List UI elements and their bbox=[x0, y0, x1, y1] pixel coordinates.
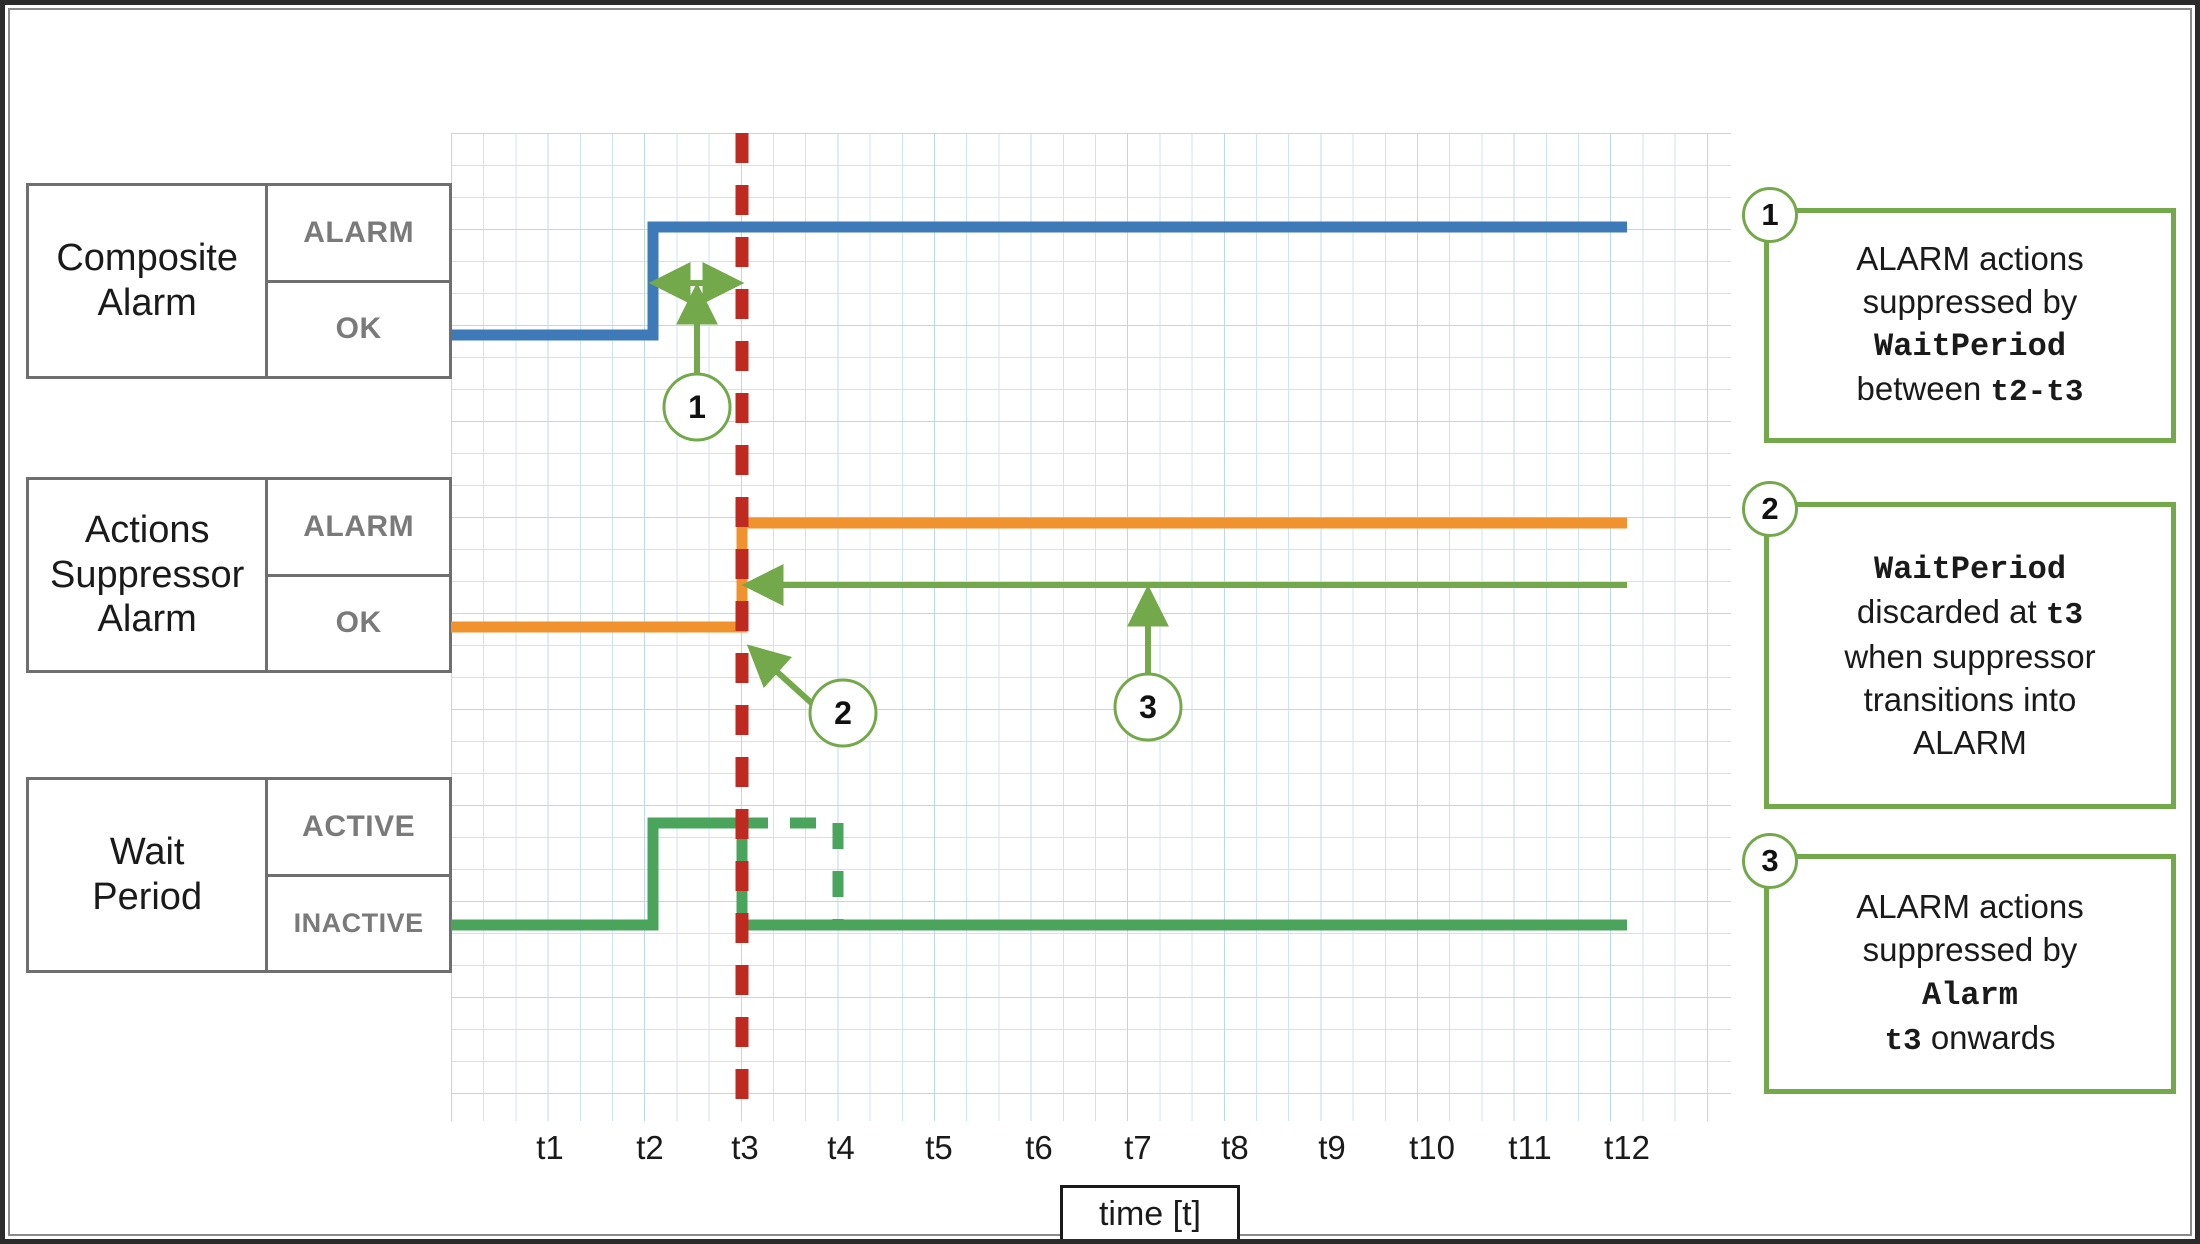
callout-1-line4-prefix: between bbox=[1856, 370, 1991, 408]
signal-label-actions-suppressor-alarm: Actions Suppressor Alarm ALARM OK bbox=[26, 477, 452, 673]
callout-1-badge: 1 bbox=[1742, 187, 1798, 243]
signal-states-composite-alarm: ALARM OK bbox=[268, 186, 449, 376]
callout-2: WaitPeriod discarded at t3 when suppress… bbox=[1764, 502, 2176, 809]
signal-name-line2: Suppressor bbox=[50, 553, 245, 596]
callout-2-line2-mono: t3 bbox=[2045, 597, 2084, 633]
callout-1-line1: ALARM actions bbox=[1856, 239, 2084, 277]
annotation-1-number: 1 bbox=[688, 388, 706, 425]
state-high-composite-alarm: ALARM bbox=[268, 186, 449, 283]
callout-2-line1: WaitPeriod bbox=[1873, 551, 2067, 589]
annotation-2-number: 2 bbox=[834, 694, 852, 731]
callout-1-line2: suppressed by bbox=[1862, 282, 2078, 320]
x-tick-t8: t8 bbox=[1221, 1129, 1249, 1166]
callout-2-line5: ALARM bbox=[1913, 723, 2027, 761]
x-tick-t6: t6 bbox=[1025, 1129, 1053, 1166]
callout-1-line4-mono: t2-t3 bbox=[1990, 375, 2084, 411]
signal-label-composite-alarm: Composite Alarm ALARM OK bbox=[26, 183, 452, 379]
callout-2-line2-prefix: discarded at bbox=[1856, 592, 2046, 630]
callout-3-badge: 3 bbox=[1742, 833, 1798, 889]
x-tick-t5: t5 bbox=[925, 1129, 953, 1166]
signal-name-line1: Composite bbox=[56, 237, 238, 280]
signal-states-wait-period: ACTIVE INACTIVE bbox=[268, 780, 449, 970]
x-tick-t11: t11 bbox=[1508, 1129, 1552, 1166]
state-low-wait-period: INACTIVE bbox=[293, 907, 424, 938]
callout-3-line2: suppressed by bbox=[1862, 931, 2078, 969]
x-tick-t9: t9 bbox=[1318, 1129, 1346, 1166]
callout-3-line4-mono: t3 bbox=[1884, 1023, 1922, 1059]
callout-3-line4-suffix: onwards bbox=[1921, 1018, 2056, 1056]
signal-states-actions-suppressor-alarm: ALARM OK bbox=[268, 480, 449, 670]
x-tick-t4: t4 bbox=[827, 1129, 855, 1166]
state-high-wait-period: ACTIVE bbox=[268, 780, 449, 877]
signal-name-wait-period: Wait Period bbox=[29, 780, 269, 970]
callout-2-line3: when suppressor bbox=[1844, 638, 2096, 676]
callout-3-line1: ALARM actions bbox=[1856, 888, 2084, 926]
callout-2-line4: transitions into bbox=[1863, 681, 2077, 718]
x-tick-t10: t10 bbox=[1409, 1129, 1455, 1166]
signal-name-line2: Alarm bbox=[97, 282, 197, 324]
plot-grid bbox=[451, 133, 1731, 1121]
signal-name-line1: Wait bbox=[109, 831, 185, 874]
plot-grid-major bbox=[451, 133, 1731, 1121]
x-tick-t3: t3 bbox=[731, 1129, 759, 1166]
state-high-actions-suppressor-alarm: ALARM bbox=[268, 480, 449, 577]
signal-name-line1: Actions bbox=[84, 508, 210, 551]
x-tick-t12: t12 bbox=[1604, 1129, 1650, 1166]
x-tick-t7: t7 bbox=[1124, 1129, 1152, 1166]
callout-3: ALARM actions suppressed by Alarm t3 onw… bbox=[1764, 854, 2176, 1094]
x-axis-label: time [t] bbox=[1098, 1194, 1202, 1233]
signal-name-line3: Alarm bbox=[97, 598, 197, 641]
signal-name-line2: Period bbox=[92, 876, 203, 918]
signal-label-wait-period: Wait Period ACTIVE INACTIVE bbox=[26, 777, 452, 973]
annotation-3-number: 3 bbox=[1139, 688, 1157, 725]
diagram-root: Composite Alarm ALARM OK Actions Suppres… bbox=[0, 0, 2200, 1244]
callout-3-line3: Alarm bbox=[1921, 976, 2018, 1014]
callout-1-line3: WaitPeriod bbox=[1873, 328, 2067, 366]
x-tick-t1: t1 bbox=[536, 1129, 564, 1166]
state-low-composite-alarm: OK bbox=[335, 312, 382, 346]
callout-1: ALARM actions suppressed by WaitPeriod b… bbox=[1764, 208, 2176, 443]
state-low-actions-suppressor-alarm: OK bbox=[335, 606, 382, 640]
x-axis-label-box: time [t] bbox=[1060, 1185, 1240, 1239]
x-tick-t2: t2 bbox=[636, 1129, 664, 1166]
signal-name-actions-suppressor-alarm: Actions Suppressor Alarm bbox=[29, 480, 269, 670]
callout-2-badge: 2 bbox=[1742, 481, 1798, 537]
signal-name-composite-alarm: Composite Alarm bbox=[29, 186, 269, 376]
